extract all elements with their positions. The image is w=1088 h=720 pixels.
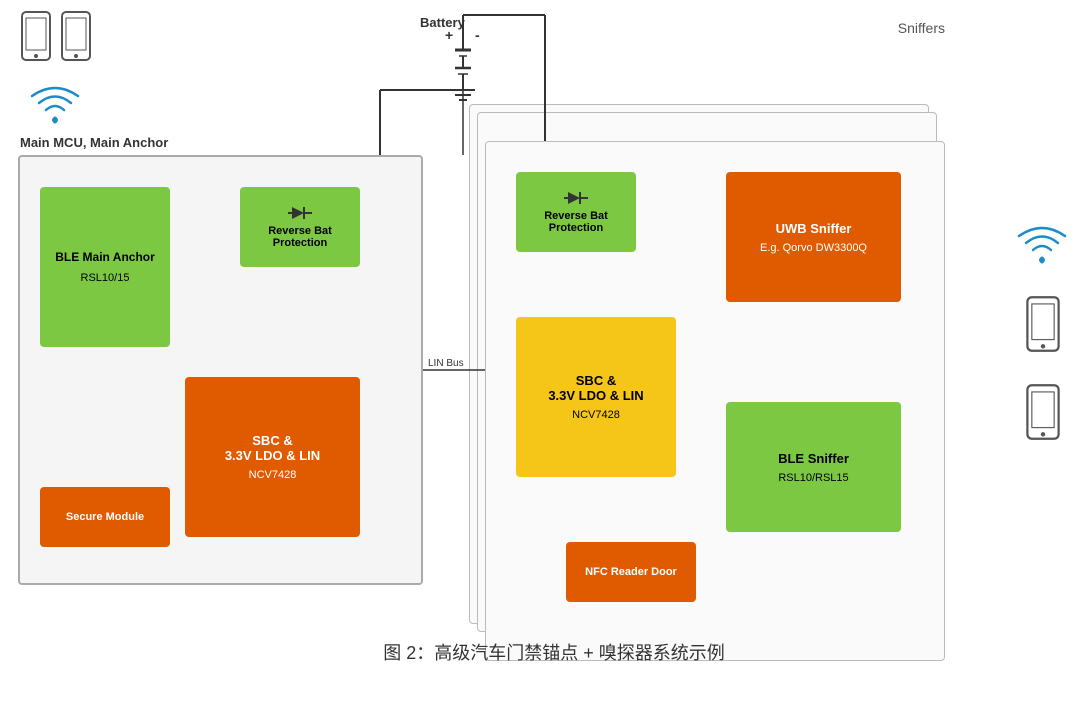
rev-bat-sniffer-line2: Protection xyxy=(549,222,603,234)
main-mcu-label: Main MCU, Main Anchor xyxy=(20,135,168,150)
sniffer-panel-main: Reverse Bat Protection UWB Sniffer E.g. … xyxy=(485,141,945,661)
phones-top-left xyxy=(20,10,92,62)
secure-module-block: Secure Module xyxy=(40,487,170,547)
phone-icon-right-1 xyxy=(1025,295,1061,353)
rev-bat-mcu-line1: Reverse Bat xyxy=(268,225,332,237)
phone-icon-right-2 xyxy=(1025,383,1061,441)
ble-sniffer-block: BLE Sniffer RSL10/RSL15 xyxy=(726,402,901,532)
phones-right xyxy=(1015,220,1070,441)
sbc-sniffer-line3: NCV7428 xyxy=(572,409,620,421)
diode-symbol-sniffer xyxy=(564,190,588,206)
ble-anchor-line1: BLE Main Anchor xyxy=(55,250,155,264)
wifi-signal-left xyxy=(28,80,83,130)
sbc-mcu-line2: 3.3V LDO & LIN xyxy=(225,448,320,463)
sbc-sniffer-line2: 3.3V LDO & LIN xyxy=(548,388,643,403)
nfc-block: NFC Reader Door xyxy=(566,542,696,602)
rev-bat-sniffer-block: Reverse Bat Protection xyxy=(516,172,636,252)
caption: 图 2：高级汽车门禁锚点 + 嗅探器系统示例 xyxy=(10,629,1088,675)
wifi-signal-right xyxy=(1015,220,1070,265)
phone-icon-1 xyxy=(20,10,52,62)
nfc-label: NFC Reader Door xyxy=(585,566,677,578)
rev-bat-sniffer-line1: Reverse Bat xyxy=(544,210,608,222)
ble-sniffer-line1: BLE Sniffer xyxy=(778,451,849,466)
sniffers-label: Sniffers xyxy=(455,20,965,36)
ble-anchor-line2: RSL10/15 xyxy=(81,272,130,284)
uwb-sniffer-line1: UWB Sniffer xyxy=(776,221,852,236)
rev-bat-mcu-block: Reverse Bat Protection xyxy=(240,187,360,267)
sniffers-container: Sniffers Reverse Bat Protection UWB Snif… xyxy=(455,20,965,561)
ble-sniffer-line2: RSL10/RSL15 xyxy=(778,472,848,484)
phone-icon-2 xyxy=(60,10,92,62)
uwb-sniffer-line2: E.g. Qorvo DW3300Q xyxy=(760,242,867,254)
secure-module-label: Secure Module xyxy=(66,511,144,523)
ble-anchor-block: BLE Main Anchor RSL10/15 xyxy=(40,187,170,347)
rev-bat-mcu-line2: Protection xyxy=(273,237,327,249)
sbc-sniffer-line1: SBC & xyxy=(576,373,616,388)
diagram-container: + - UART SPI or I2C 3.3V LIN xyxy=(0,0,1088,680)
sbc-mcu-line3: NCV7428 xyxy=(249,469,297,481)
uwb-sniffer-block: UWB Sniffer E.g. Qorvo DW3300Q xyxy=(726,172,901,302)
main-mcu-box: Main MCU, Main Anchor BLE Main Anchor RS… xyxy=(18,155,423,585)
sbc-sniffer-block: SBC & 3.3V LDO & LIN NCV7428 xyxy=(516,317,676,477)
diode-symbol-mcu xyxy=(288,205,312,221)
sbc-mcu-block: SBC & 3.3V LDO & LIN NCV7428 xyxy=(185,377,360,537)
sbc-mcu-line1: SBC & xyxy=(252,433,292,448)
